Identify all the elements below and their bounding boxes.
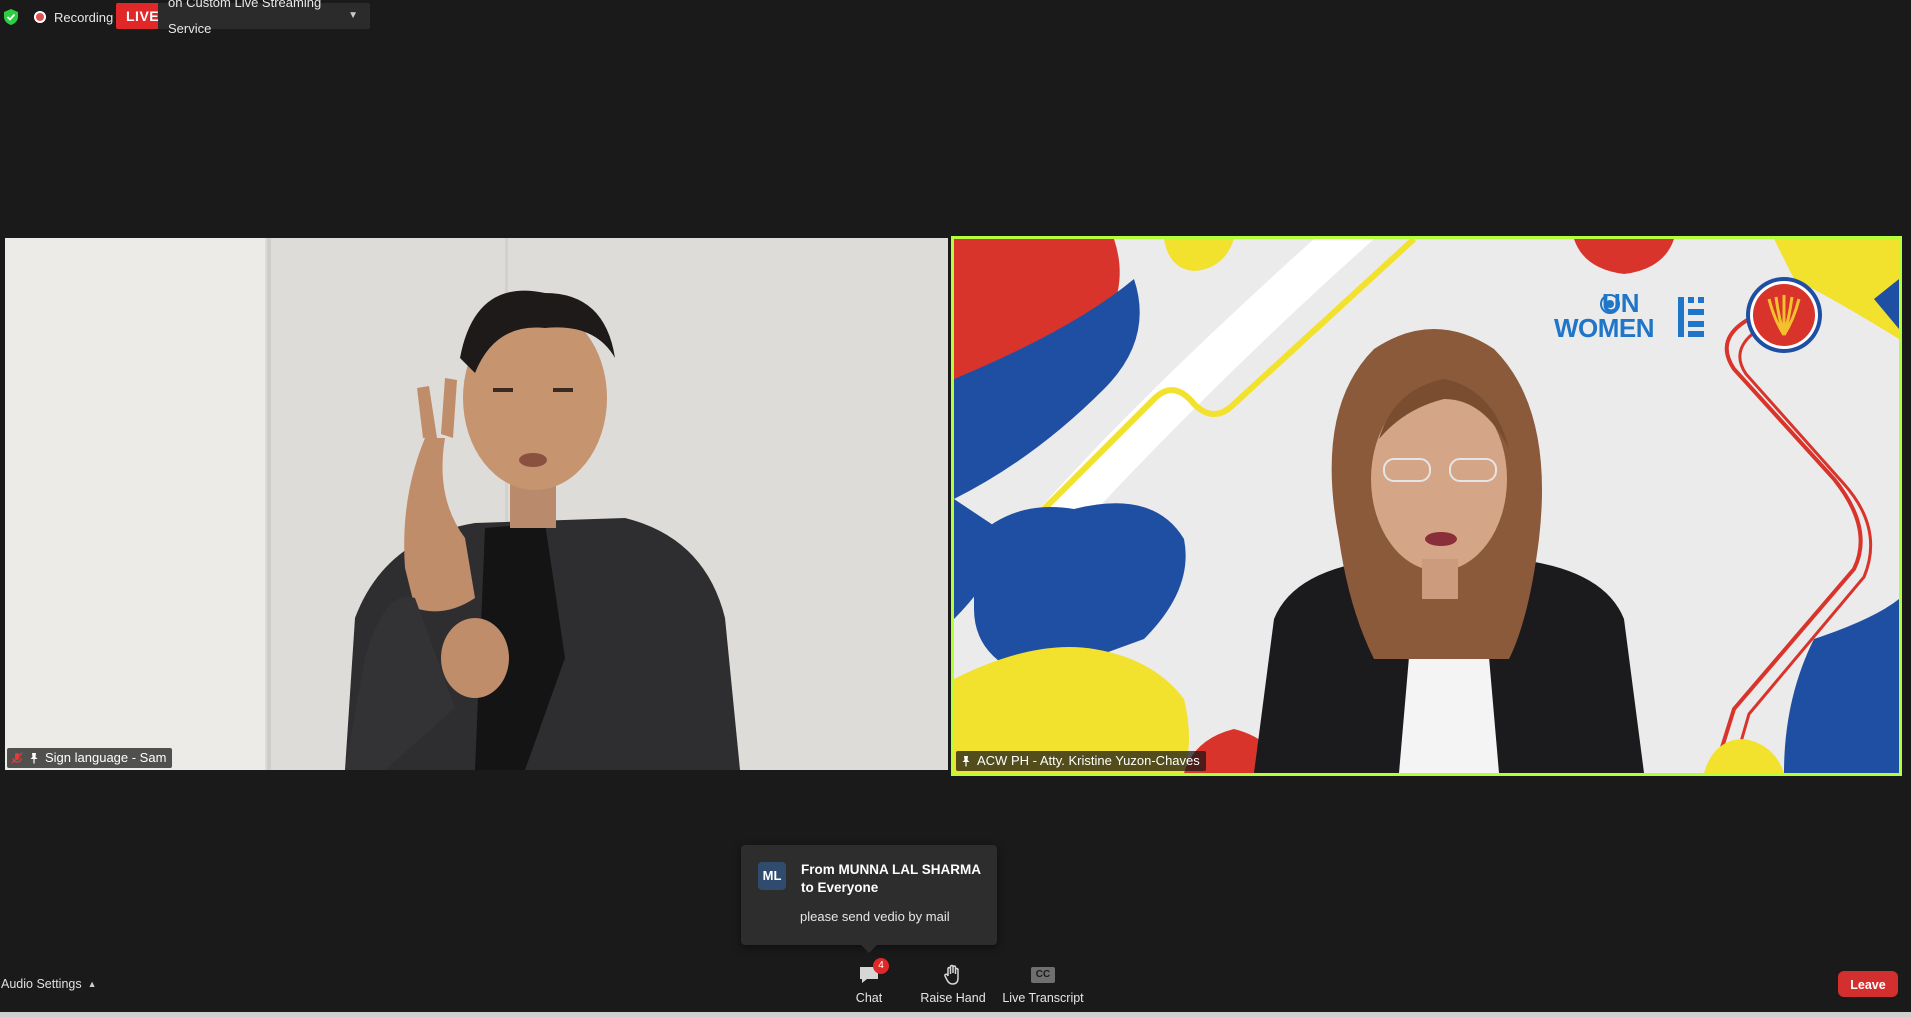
live-transcript-label: Live Transcript	[1002, 991, 1084, 1005]
raise-hand-button[interactable]: Raise Hand	[918, 963, 988, 1013]
video-tile-active-speaker[interactable]: UN WOMEN ACW PH - Atty. Kristine Yuzon-C…	[951, 236, 1902, 776]
chat-button[interactable]: 4 Chat	[852, 958, 889, 1013]
participant-name-label: Sign language - Sam	[7, 748, 173, 768]
chat-label: Chat	[855, 991, 883, 1005]
live-transcript-button[interactable]: CC Live Transcript	[1001, 963, 1085, 1013]
meeting-toolbar: Audio Settings ▲ 4 Chat Raise Hand CC Li…	[0, 955, 1911, 1015]
record-icon	[34, 11, 46, 23]
un-women-symbol-icon	[1678, 297, 1704, 337]
video-tile-sign-language[interactable]: Sign language - Sam	[5, 238, 948, 770]
pin-icon	[962, 756, 970, 767]
hand-icon	[944, 964, 959, 985]
leave-button[interactable]: Leave	[1838, 971, 1898, 997]
shield-check-icon[interactable]	[4, 9, 18, 25]
chat-unread-badge: 4	[873, 958, 889, 974]
window-bottom-edge	[0, 1012, 1911, 1017]
caret-up-icon: ▲	[87, 979, 97, 989]
cc-icon: CC	[1031, 967, 1055, 983]
pin-icon	[30, 753, 38, 764]
live-transcript-icon-wrap: CC	[1031, 963, 1055, 987]
video-feed-sign-language	[5, 238, 948, 770]
chat-message: please send vedio by mail	[800, 909, 950, 924]
un-women-line2: WOMEN	[1554, 313, 1655, 343]
participant-name: ACW PH - Atty. Kristine Yuzon-Chaves	[977, 753, 1200, 768]
audio-settings-label: Audio Settings	[1, 977, 82, 991]
un-emblem-icon	[1600, 294, 1620, 314]
participant-name-label: ACW PH - Atty. Kristine Yuzon-Chaves	[956, 751, 1206, 771]
participant-name: Sign language - Sam	[45, 750, 167, 765]
avatar: ML	[758, 862, 786, 890]
raise-hand-icon-wrap	[943, 963, 963, 987]
stream-service-label: on Custom Live Streaming Service	[168, 0, 322, 36]
chat-icon-wrap: 4	[858, 958, 889, 987]
recording-label: Recording	[54, 9, 114, 25]
meeting-window: Recording LIVE on Custom Live Streaming …	[0, 0, 1911, 1017]
stream-service-dropdown[interactable]: on Custom Live Streaming Service ▼	[158, 0, 370, 36]
caret-down-icon: ▼	[348, 10, 358, 21]
chat-notification[interactable]: ML From MUNNA LAL SHARMA to Everyone ple…	[741, 845, 997, 953]
muted-mic-icon	[11, 752, 23, 764]
raise-hand-label: Raise Hand	[920, 991, 986, 1005]
video-feed-active-speaker	[954, 239, 1899, 773]
audio-settings-button[interactable]: Audio Settings ▲	[1, 977, 97, 991]
recording-indicator[interactable]: Recording	[34, 7, 113, 27]
chat-sender: From MUNNA LAL SHARMA to Everyone	[801, 862, 981, 895]
